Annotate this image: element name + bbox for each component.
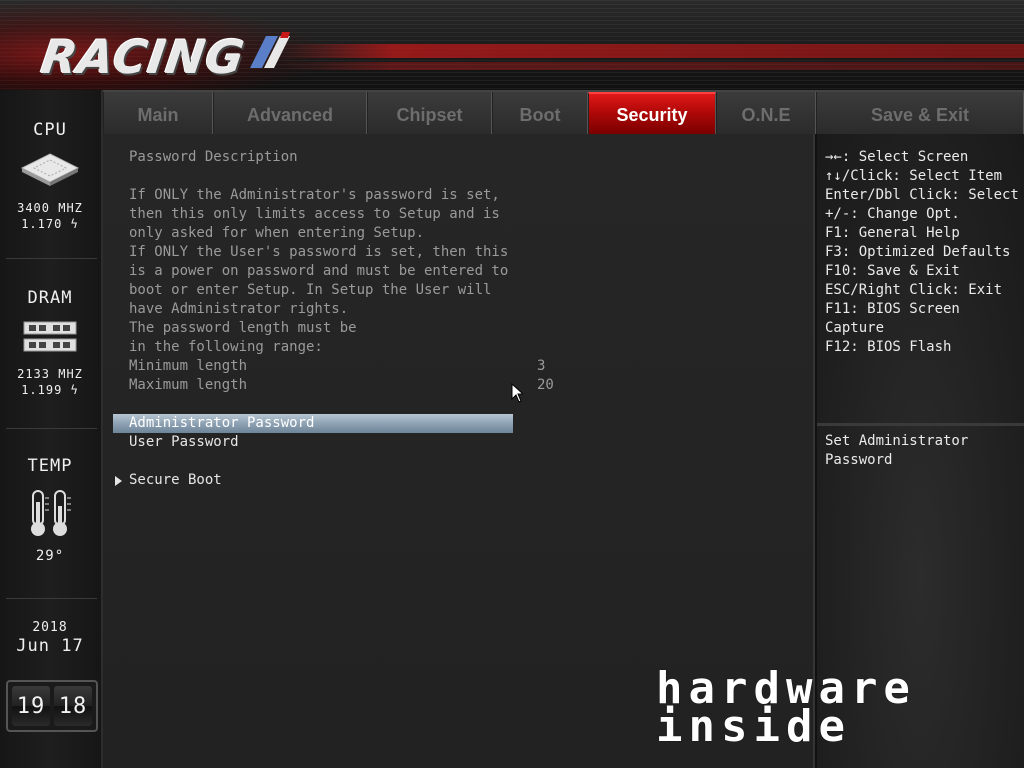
temp-section: TEMP 29° (0, 456, 100, 564)
date-section: 2018 Jun 17 (0, 620, 100, 656)
sidebar-divider (6, 258, 97, 259)
item-help-text: Set Administrator Password (825, 432, 1020, 470)
submenu-arrow-icon (115, 476, 122, 486)
item-help-line: Set Administrator (825, 433, 969, 449)
help-divider (817, 423, 1024, 426)
key-help-line: Enter/Dbl Click: Select (825, 187, 1019, 203)
main-tab-bar: Main Advanced Chipset Boot Security O.N.… (103, 90, 1024, 134)
temp-value: 29° (35, 548, 65, 564)
tab-save-exit[interactable]: Save & Exit (816, 92, 1024, 134)
key-help-line: +/-: Change Opt. (825, 206, 960, 222)
hardware-inside-watermark: hardware inside (656, 667, 1016, 754)
key-help-line: F11: BIOS Screen (825, 301, 960, 317)
min-length-label: Minimum length (129, 358, 248, 374)
description-line: is a power on password and must be enter… (129, 263, 509, 279)
dram-module-icon (23, 321, 77, 352)
description-line: only asked for when entering Setup. (129, 225, 425, 241)
key-help-line: F1: General Help (825, 225, 960, 241)
description-line: in the following range: (129, 339, 323, 355)
description-line: boot or enter Setup. In Setup the User w… (129, 282, 492, 298)
description-line: have Administrator rights. (129, 301, 349, 317)
mouse-pointer-icon (511, 383, 523, 403)
tab-security[interactable]: Security (588, 92, 716, 134)
header-stripe-thin (280, 62, 1024, 70)
key-help-line: F12: BIOS Flash (825, 339, 952, 355)
logo-mark-icon (250, 32, 290, 68)
password-description-title: Password Description (129, 149, 298, 165)
brand-logo: RACING (37, 30, 249, 84)
tab-chipset[interactable]: Chipset (367, 92, 492, 134)
tab-advanced[interactable]: Advanced (213, 92, 367, 134)
cpu-voltage: 1.170 ϟ (21, 217, 79, 231)
dram-frequency: 2133 MHZ (17, 367, 83, 381)
description-line: If ONLY the Administrator's password is … (129, 187, 500, 203)
key-help-line: F10: Save & Exit (825, 263, 960, 279)
key-help-line: ESC/Right Click: Exit (825, 282, 1003, 298)
cpu-chip-icon (20, 153, 80, 186)
dram-voltage: 1.199 ϟ (21, 383, 79, 397)
max-length-label: Maximum length (129, 377, 248, 393)
dram-title: DRAM (27, 288, 73, 308)
max-length-value: 20 (537, 377, 554, 393)
max-length-row: Maximum length 20 (129, 376, 559, 395)
header-stripe (280, 44, 1024, 58)
min-length-value: 3 (537, 358, 546, 374)
dram-section: DRAM 2133 MHZ 1.199 ϟ (0, 288, 100, 398)
description-line: If ONLY the User's password is set, then… (129, 244, 509, 260)
cpu-title: CPU (33, 120, 67, 140)
administrator-password-item[interactable]: Administrator Password (113, 414, 513, 433)
tab-boot[interactable]: Boot (492, 92, 588, 134)
tab-one[interactable]: O.N.E (716, 92, 816, 134)
user-password-item[interactable]: User Password (113, 433, 513, 452)
time-display: 19 18 (6, 680, 98, 732)
thermometer-icon (31, 490, 71, 536)
key-help-list: →←: Select Screen ↑↓/Click: Select Item … (825, 148, 1019, 357)
description-line: then this only limits access to Setup an… (129, 206, 500, 222)
secure-boot-label: Secure Boot (129, 472, 222, 488)
cpu-section: CPU 3400 MHZ 1.170 ϟ (0, 120, 100, 232)
sidebar-divider (6, 598, 97, 599)
date-year: 2018 (32, 620, 68, 635)
min-length-row: Minimum length 3 (129, 357, 559, 376)
key-help-line: →←: Select Screen (825, 149, 969, 165)
date-day: Jun 17 (16, 636, 84, 656)
item-help-line: Password (825, 452, 893, 468)
tab-main[interactable]: Main (103, 92, 213, 134)
sidebar-divider (6, 428, 97, 429)
header-banner: RACING (0, 0, 1024, 90)
watermark-line-2: inside (656, 701, 851, 752)
clock-hours: 19 (12, 686, 50, 726)
key-help-line: Capture (825, 320, 885, 336)
key-help-line: F3: Optimized Defaults (825, 244, 1011, 260)
description-line: The password length must be (129, 320, 357, 336)
system-info-sidebar: CPU 3400 MHZ 1.170 ϟ DRAM 2133 MHZ 1.199… (0, 90, 103, 768)
key-help-line: ↑↓/Click: Select Item (825, 168, 1003, 184)
temp-title: TEMP (27, 456, 73, 476)
clock-minutes: 18 (54, 686, 92, 726)
cpu-frequency: 3400 MHZ (17, 201, 83, 215)
password-description: If ONLY the Administrator's password is … (129, 186, 509, 357)
secure-boot-submenu[interactable]: Secure Boot (113, 471, 513, 490)
